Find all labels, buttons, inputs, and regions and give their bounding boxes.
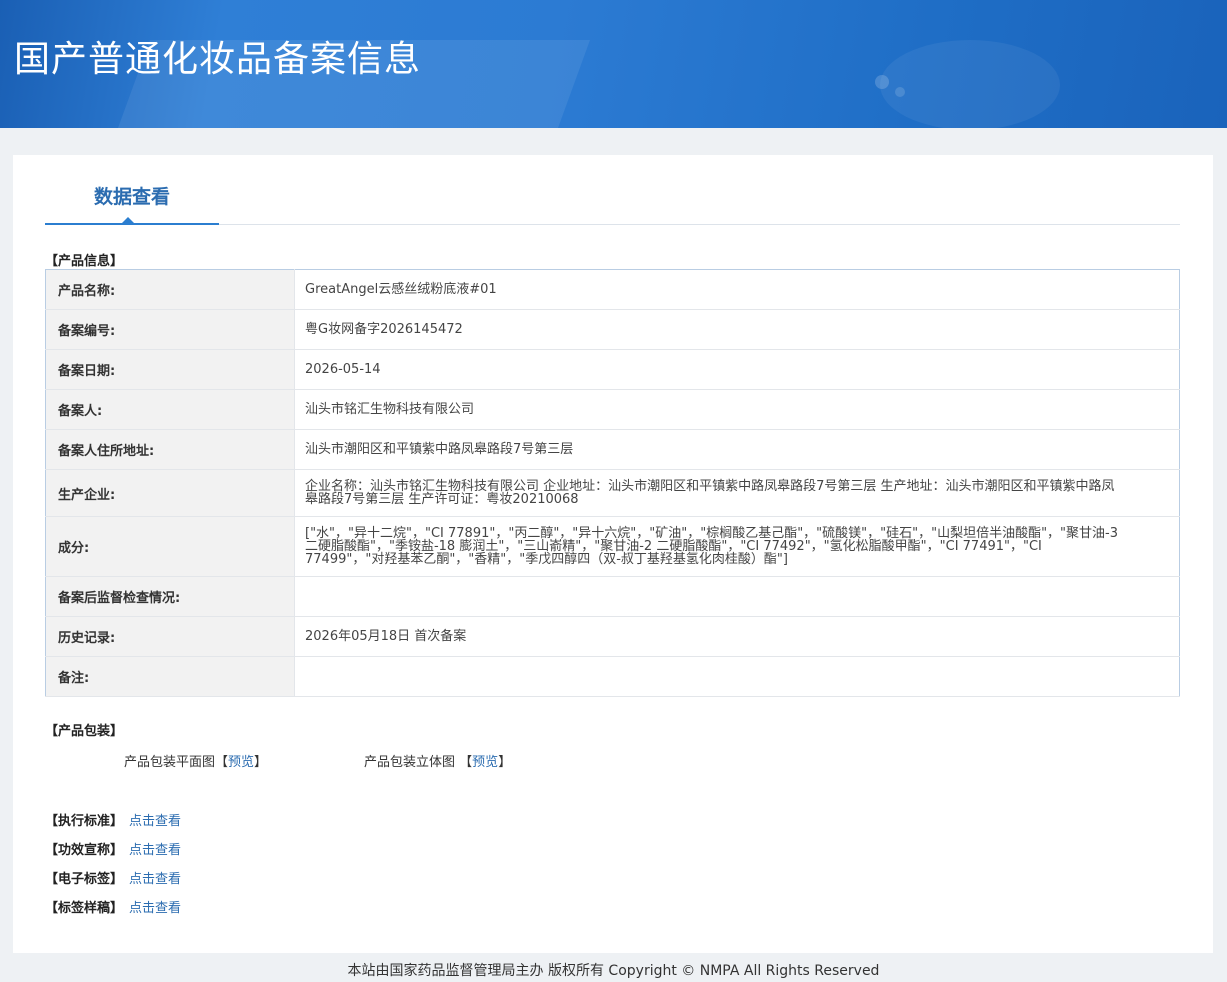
row-value [294,656,1180,697]
label-draft-label: 【标签样稿】 [45,901,124,916]
product-info-section-title: 【产品信息】 [45,254,124,269]
header-decoration [875,75,889,89]
view-efficacy-link[interactable]: 点击查看 [129,843,181,858]
row-value: 2026年05月18日 首次备案 [294,616,1180,657]
bracket-close: 】 [498,755,512,770]
row-label: 历史记录: [45,616,295,657]
standard-label: 【执行标准】 [45,814,124,829]
page-footer: 本站由国家药品监督管理局主办 版权所有 Copyright © NMPA All… [347,963,880,979]
table-row: 备案编号: 粤G妆网备字2026145472 [45,309,1180,350]
view-label-draft-link[interactable]: 点击查看 [129,901,181,916]
view-standard-link[interactable]: 点击查看 [129,814,181,829]
page-title: 国产普通化妆品备案信息 [14,39,422,80]
flat-preview-link[interactable]: 预览 [228,755,254,770]
bracket-open: 【 [215,755,229,770]
table-row: 备案人住所地址: 汕头市潮阳区和平镇紫中路凤皋路段7号第三层 [45,429,1180,470]
row-value: 汕头市潮阳区和平镇紫中路凤皋路段7号第三层 [294,429,1180,470]
3d-preview-link[interactable]: 预览 [472,755,498,770]
header-decoration [880,40,1060,128]
row-label: 备案日期: [45,349,295,390]
table-row: 产品名称: GreatAngel云感丝绒粉底液#01 [45,269,1180,310]
bracket-open: 【 [459,755,473,770]
row-value: 汕头市铭汇生物科技有限公司 [294,389,1180,430]
standard-link-row: 【执行标准】 点击查看 [45,810,181,829]
package-flat-label: 产品包装平面图 [124,755,216,770]
content-panel: 数据查看 【产品信息】 产品名称: GreatAngel云感丝绒粉底液#01 备… [13,155,1213,953]
package-flat-image-row: 产品包装平面图【预览】 [124,751,267,770]
efficacy-label: 【功效宣称】 [45,843,124,858]
e-label-label: 【电子标签】 [45,872,124,887]
e-label-link-row: 【电子标签】 点击查看 [45,868,181,887]
tab-label: 数据查看 [93,186,170,208]
table-row: 备案后监督检查情况: [45,576,1180,617]
bracket-close: 】 [254,755,268,770]
row-value: 企业名称：汕头市铭汇生物科技有限公司 企业地址：汕头市潮阳区和平镇紫中路凤皋路段… [294,469,1180,517]
row-label: 备案人住所地址: [45,429,295,470]
view-e-label-link[interactable]: 点击查看 [129,872,181,887]
package-3d-image-row: 产品包装立体图 【预览】 [364,751,511,770]
header-decoration [895,87,905,97]
row-value: GreatAngel云感丝绒粉底液#01 [294,269,1180,310]
row-label: 备案人: [45,389,295,430]
product-info-table: 产品名称: GreatAngel云感丝绒粉底液#01 备案编号: 粤G妆网备字2… [45,269,1180,697]
table-row: 生产企业: 企业名称：汕头市铭汇生物科技有限公司 企业地址：汕头市潮阳区和平镇紫… [45,469,1180,517]
row-label: 生产企业: [45,469,295,517]
table-row: 历史记录: 2026年05月18日 首次备案 [45,616,1180,657]
tab-data-view[interactable]: 数据查看 [45,155,219,225]
packaging-section-title: 【产品包装】 [45,724,124,739]
page-header: 国产普通化妆品备案信息 [0,0,1227,128]
table-row: 成分: ["水"，"异十二烷"，"CI 77891"，"丙二醇"，"异十六烷"，… [45,516,1180,577]
table-row: 备注: [45,656,1180,697]
row-value: 粤G妆网备字2026145472 [294,309,1180,350]
row-value [294,576,1180,617]
row-value: 2026-05-14 [294,349,1180,390]
table-row: 备案日期: 2026-05-14 [45,349,1180,390]
row-label: 备注: [45,656,295,697]
tab-bar: 数据查看 [45,155,1180,225]
efficacy-link-row: 【功效宣称】 点击查看 [45,839,181,858]
label-draft-link-row: 【标签样稿】 点击查看 [45,897,181,916]
table-row: 备案人: 汕头市铭汇生物科技有限公司 [45,389,1180,430]
row-label: 产品名称: [45,269,295,310]
row-label: 备案编号: [45,309,295,350]
package-3d-label: 产品包装立体图 [364,755,456,770]
tab-indicator-arrow-icon [121,217,135,224]
row-label: 备案后监督检查情况: [45,576,295,617]
row-label: 成分: [45,516,295,577]
row-value: ["水"，"异十二烷"，"CI 77891"，"丙二醇"，"异十六烷"，"矿油"… [294,516,1180,577]
